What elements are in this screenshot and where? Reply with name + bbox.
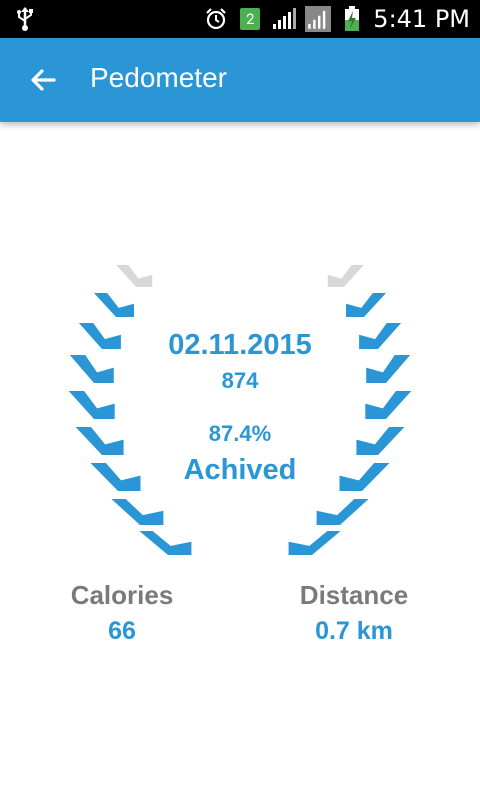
usb-icon xyxy=(14,6,36,38)
summary-date: 02.11.2015 xyxy=(168,329,312,361)
laurel-leaf-left xyxy=(94,293,134,317)
app-bar: Pedometer xyxy=(0,38,480,122)
status-bar: 2 5:41 PM xyxy=(0,0,480,38)
alarm-icon xyxy=(203,6,229,32)
goal-percent: 87.4% xyxy=(208,421,272,446)
calories-label: Calories xyxy=(70,580,174,610)
page-title: Pedometer xyxy=(90,62,227,93)
arrow-left-icon xyxy=(31,69,56,91)
back-button[interactable] xyxy=(24,60,64,100)
calories-stat: Calories 66 xyxy=(22,578,222,648)
laurel-leaf-right xyxy=(316,499,369,525)
battery-charging-icon xyxy=(339,6,365,32)
laurel-leaf-right xyxy=(346,293,386,317)
distance-stat: Distance 0.7 km xyxy=(254,578,454,648)
distance-value: 0.7 km xyxy=(315,617,393,645)
progress-summary: 02.11.2015 874 87.4% Achived xyxy=(0,325,480,488)
laurel-leaf-left xyxy=(116,265,153,287)
distance-label: Distance xyxy=(299,580,409,610)
signal-icon xyxy=(271,6,297,32)
notification-badge: 2 xyxy=(237,6,263,32)
calories-value: 66 xyxy=(108,617,136,645)
laurel-leaf-left xyxy=(111,499,164,525)
status-time: 5:41 PM xyxy=(373,5,470,33)
signal-icon-2 xyxy=(305,6,332,32)
laurel-leaf-right xyxy=(288,531,341,555)
goal-status: Achived xyxy=(183,454,297,486)
laurel-leaf-right xyxy=(327,265,364,287)
step-count: 874 xyxy=(221,368,259,393)
laurel-leaf-left xyxy=(139,531,192,555)
